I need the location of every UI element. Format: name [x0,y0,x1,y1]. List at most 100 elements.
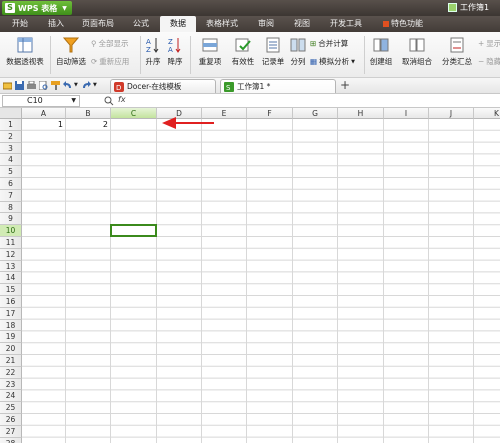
ungroup-label: 取消组合 [402,57,432,66]
tab-home[interactable]: 开始 [6,16,34,32]
plus-icon: + [478,39,485,48]
divider [190,36,191,74]
format-painter-icon[interactable] [51,81,60,90]
divider [364,36,365,74]
chevron-down-icon[interactable]: ▼ [71,96,76,106]
record-label: 记录单 [261,57,285,66]
duplicates-button[interactable]: 重复项 [194,36,226,67]
new-tab-plus-icon[interactable]: + [340,79,350,92]
consolidate-icon: ⊞ [310,39,317,48]
sort-desc-label: 降序 [167,57,183,66]
filter-clear-icon: ⚲ [91,39,97,48]
tab-developer[interactable]: 开发工具 [326,16,366,32]
ribbon: 数据透视表 自动筛选 ⚲ 全部显示 ⟳ 重新应用 AZ 升序 ZA 降序 重复项 有… [0,32,500,78]
tab-formula[interactable]: 公式 [128,16,154,32]
split-column-button[interactable]: 分列 [288,36,308,67]
svg-text:Z: Z [146,46,151,54]
pivot-label: 数据透视表 [6,57,44,66]
sort-asc-button[interactable]: AZ 升序 [144,36,162,67]
split-label: 分列 [290,57,306,66]
subtotal-label: 分类汇总 [442,57,472,66]
spreadsheet-icon: S [224,82,234,92]
cell-b1[interactable]: 2 [66,119,108,131]
formula-bar: C10 ▼ fx [0,94,500,108]
open-folder-icon[interactable] [3,81,12,90]
tab-review[interactable]: 审阅 [254,16,278,32]
tab-docer-label: Docer-在线模板 [127,82,182,91]
tab-special[interactable]: 特色功能 [382,16,424,32]
hide-detail-button[interactable]: −隐藏明细数据 [478,56,500,67]
autofilter-label: 自动筛选 [56,57,86,66]
print-preview-icon[interactable] [39,81,48,90]
show-all-button[interactable]: ⚲ 全部显示 [91,38,129,49]
sort-asc-label: 升序 [145,57,161,66]
docer-icon: D [114,82,124,92]
autofilter-button[interactable]: 自动筛选 [54,36,88,67]
name-box[interactable]: C10 ▼ [2,95,80,107]
pivot-table-button[interactable]: 数据透视表 [4,36,46,67]
show-detail-label: 显示明细数据 [486,39,500,48]
svg-text:Z: Z [168,38,173,46]
subtotal-button[interactable]: 分类汇总 [440,36,474,67]
hide-detail-label: 隐藏明细数据 [486,57,500,66]
create-group-button[interactable]: 创建组 [368,36,394,67]
tab-table-style[interactable]: 表格样式 [202,16,242,32]
cell-a1[interactable]: 1 [22,119,63,131]
svg-text:S: S [226,84,231,92]
undo-icon[interactable] [63,81,72,90]
tab-workbook1[interactable]: S 工作簿1 * [220,79,336,93]
record-form-button[interactable]: 记录单 [260,36,286,67]
chevron-down-icon: ▼ [351,58,355,65]
red-arrow-annotation [162,117,214,129]
special-icon [383,20,389,27]
filter-funnel-icon [62,37,80,53]
spreadsheet-grid: ABCDEFGHIJK 1 2 3 4 5 6 7 8 9 10 11 12 13 14 15 16 17 18 1… [0,108,500,443]
ungroup-button[interactable]: 取消组合 [398,36,436,67]
consolidate-button[interactable]: ⊞ 合并计算 [310,38,348,49]
zoom-search-icon[interactable] [104,96,114,106]
sort-descending-icon: ZA [168,38,181,54]
minus-icon: − [478,57,485,66]
tab-special-label: 特色功能 [391,19,423,28]
tab-page-layout[interactable]: 页面布局 [80,16,116,32]
wps-logo-icon: S [5,3,15,13]
whatif-icon: ▦ [310,57,318,66]
validity-button[interactable]: 有效性 [230,36,256,67]
validity-label: 有效性 [231,57,255,66]
print-icon[interactable] [27,81,36,90]
sort-ascending-icon: AZ [146,38,159,54]
save-icon[interactable] [15,81,24,90]
formula-input[interactable] [132,95,498,107]
whatif-button[interactable]: ▦ 模拟分析 ▼ [310,56,355,67]
chevron-down-icon[interactable]: ▼ [74,82,78,88]
reapply-label: 重新应用 [99,57,130,66]
reapply-button[interactable]: ⟳ 重新应用 [91,56,129,67]
tab-view[interactable]: 视图 [290,16,314,32]
record-form-icon [266,37,280,53]
tab-docer-templates[interactable]: D Docer-在线模板 [110,79,216,93]
svg-text:A: A [146,38,151,46]
pivot-table-icon [17,37,33,53]
ungroup-icon [409,38,425,52]
show-detail-button[interactable]: +显示明细数据 [478,38,500,49]
group-icon [373,38,389,52]
subtotal-icon [450,37,464,53]
consolidate-label: 合并计算 [318,39,349,48]
name-box-value: C10 [27,96,43,105]
tab-insert[interactable]: 插入 [44,16,68,32]
split-column-icon [290,38,306,52]
redo-icon[interactable] [82,81,91,90]
gridlines [22,119,500,443]
sort-desc-button[interactable]: ZA 降序 [166,36,184,67]
app-menu-button[interactable]: S WPS 表格 ▼ [2,1,72,15]
workbook-icon [448,3,457,12]
chevron-down-icon[interactable]: ▼ [93,82,97,88]
selected-cell[interactable] [110,224,157,237]
workbook-title: 工作簿1 [460,3,490,12]
menu-bar: 开始 插入 页面布局 公式 数据 表格样式 审阅 视图 开发工具 特色功能 [0,16,500,32]
tab-workbook-label: 工作簿1 * [237,82,271,91]
whatif-label: 模拟分析 [319,57,350,66]
fx-icon[interactable]: fx [118,95,126,104]
divider [50,36,51,74]
tab-data[interactable]: 数据 [160,16,196,32]
